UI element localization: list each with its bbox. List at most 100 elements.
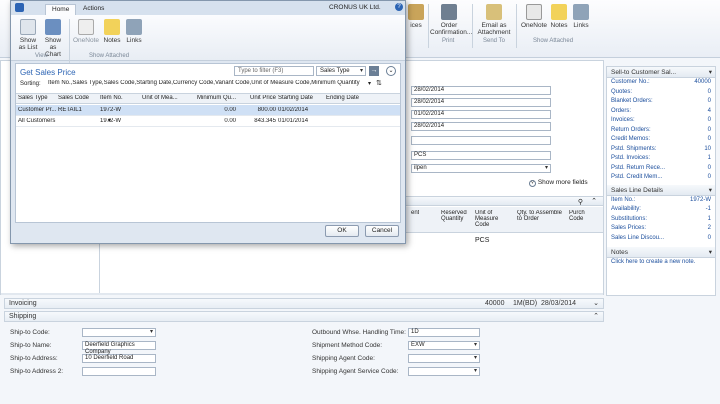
onenote-button[interactable]: OneNote	[520, 4, 548, 29]
factbox-row-value[interactable]: -1	[706, 206, 711, 212]
factbox-row-value[interactable]: 10	[704, 146, 711, 152]
shipping-field-input[interactable]	[82, 367, 156, 376]
chevron-down-icon[interactable]: ▾	[368, 80, 371, 87]
price-cell[interactable]: 01/02/2014	[278, 107, 324, 113]
grid-column-header[interactable]: Sales Type	[18, 95, 56, 101]
links-button[interactable]: Links	[125, 19, 143, 44]
shipping-field-input[interactable]: Deerfield Graphics Company	[82, 341, 156, 355]
search-icon[interactable]: ⚲	[578, 198, 583, 206]
price-cell[interactable]: 0.00	[188, 107, 236, 113]
apply-filter-icon[interactable]: →	[369, 66, 379, 76]
document-date-field[interactable]: 01/02/2014	[411, 110, 551, 119]
factbox-row-value[interactable]: 0	[708, 98, 711, 104]
factbox-row-value[interactable]: 0	[708, 89, 711, 95]
order-date-field[interactable]: 28/02/2014	[411, 86, 551, 95]
sort-ascending-icon[interactable]: ⇅	[376, 79, 382, 87]
price-cell[interactable]: 0.00	[188, 118, 236, 124]
invoicing-section-bar[interactable]: Invoicing 40000 1M(BD) 28/03/2014 ⌄	[4, 298, 604, 309]
price-cell[interactable]: 01/01/2014	[278, 118, 324, 124]
empty-field[interactable]	[411, 136, 551, 145]
notes-button[interactable]: Notes	[550, 4, 568, 29]
chevron-down-icon[interactable]: ▾	[108, 117, 111, 124]
grid-column-header[interactable]: Item No.	[100, 95, 140, 101]
links-button[interactable]: Links	[572, 4, 590, 29]
expand-section-icon[interactable]: ⌃	[591, 197, 597, 205]
shipping-field-input[interactable]: 1D	[408, 328, 480, 337]
factbox-row-value[interactable]: 40000	[694, 79, 711, 85]
factbox-row-value[interactable]: 2	[708, 225, 711, 231]
posting-date-field[interactable]: 28/02/2014	[411, 98, 551, 107]
tab-home[interactable]: Home	[45, 4, 77, 15]
factbox-row-value[interactable]: 0	[708, 165, 711, 171]
due-date-field[interactable]: 28/02/2014	[411, 122, 551, 131]
onenote-button[interactable]: OneNote	[73, 19, 99, 44]
collapse-section-icon[interactable]: ⌃	[593, 312, 599, 320]
factbox-row-value[interactable]: 0	[708, 136, 711, 142]
notes-button[interactable]: Notes	[103, 19, 121, 44]
price-cell[interactable]: 843.345	[238, 118, 276, 124]
shipment-field[interactable]: ilpen ▾	[411, 164, 551, 173]
filter-input[interactable]: Type to filter (F3)	[234, 66, 314, 76]
cancel-button[interactable]: Cancel	[365, 225, 399, 237]
factbox-row-value[interactable]: 1972-W	[690, 197, 711, 203]
shipping-field-input[interactable]: ▾	[408, 367, 480, 376]
sorting-select[interactable]: Item No.,Sales Type,Sales Code,Starting …	[48, 80, 366, 89]
price-cell[interactable]: RETAIL1	[58, 107, 98, 113]
expand-icon: ˅	[529, 180, 536, 187]
splitter[interactable]	[1, 293, 603, 295]
grid-column-header[interactable]: Unit of Mea...	[142, 95, 186, 101]
order-confirmation-button[interactable]: Order Confirmation...	[430, 4, 472, 36]
shipping-field-input[interactable]: EXW ▾	[408, 341, 480, 350]
onenote-icon	[526, 4, 542, 20]
ok-button[interactable]: OK	[325, 225, 359, 237]
grid-column-header[interactable]: Minimum Qu...	[188, 95, 236, 101]
field-value: 1D	[411, 329, 419, 335]
price-cell[interactable]: 800.00	[238, 107, 276, 113]
factbox-row: Pstd. Invoices: 1	[607, 154, 715, 164]
ribbon-invoices-button[interactable]: ices	[406, 4, 426, 29]
factbox-row-value[interactable]: 0	[708, 117, 711, 123]
email-as-attachment-button[interactable]: Email as Attachment	[476, 4, 512, 36]
factbox-row: Customer No.: 40000	[607, 78, 715, 88]
price-cell[interactable]: Customer Pr...	[18, 107, 56, 113]
grid-column-header[interactable]: Unit Price	[238, 95, 276, 101]
expand-filter-icon[interactable]: ⌄	[386, 66, 396, 76]
grid-column-header[interactable]: Ending Date	[326, 95, 370, 101]
filter-field-select[interactable]: Sales Type ▾	[316, 66, 366, 76]
shipping-section-bar[interactable]: Shipping ⌃	[4, 311, 604, 322]
price-cell[interactable]: 1972-W	[100, 107, 140, 113]
create-note-link[interactable]: Click here to create a new note.	[607, 258, 715, 268]
price-row[interactable]: All Customers 1972-W 0.00 843.345 01/01/2014…	[16, 116, 400, 127]
chevron-down-icon[interactable]: ▾	[709, 186, 712, 194]
factbox-row-value[interactable]: 0	[708, 174, 711, 180]
tab-actions[interactable]: Actions	[77, 4, 110, 13]
chevron-down-icon[interactable]: ▾	[709, 248, 712, 256]
factbox-row-value[interactable]: 4	[708, 108, 711, 114]
app-menu-icon[interactable]	[15, 3, 24, 12]
show-more-fields-link[interactable]: ˅ Show more fields	[529, 179, 588, 187]
price-cell[interactable]: 1972-W	[100, 118, 140, 124]
shipping-field-input[interactable]: ▾	[82, 328, 156, 337]
expand-section-icon[interactable]: ⌄	[593, 299, 599, 307]
ribbon-group-send-to: Send To	[483, 38, 505, 44]
factbox-row-value[interactable]: 0	[708, 127, 711, 133]
price-row[interactable]: Customer Pr... RETAIL1 1972-W 0.00 800.00 01/…	[16, 105, 400, 116]
help-icon[interactable]: ?	[395, 3, 403, 11]
factbox-row-label: Blanket Orders:	[611, 98, 653, 104]
chevron-down-icon[interactable]: ▾	[709, 68, 712, 76]
line-unit-cell[interactable]: PCS	[475, 237, 489, 244]
field-value: 28/02/2014	[414, 99, 445, 105]
show-as-list-button[interactable]: Show as List	[17, 19, 39, 51]
shipping-field-input[interactable]: ▾	[408, 354, 480, 363]
factbox-row-value[interactable]: 1	[708, 155, 711, 161]
factbox-row-label: Availability:	[611, 206, 641, 212]
grid-column-header[interactable]: Sales Code	[58, 95, 98, 101]
factbox-line-rows: Item No.: 1972-W Availability: -1 Substituti…	[607, 196, 715, 244]
dialog-ribbon: Show as List Show as Chart View OneNote …	[11, 15, 405, 63]
price-cell[interactable]: All Customers	[18, 118, 56, 124]
factbox-row-value[interactable]: 1	[708, 216, 711, 222]
factbox-row-value[interactable]: 0	[708, 235, 711, 241]
shipping-field-input[interactable]: 10 Deerfield Road	[82, 354, 156, 363]
grid-column-header[interactable]: Starting Date	[278, 95, 324, 101]
unit-field[interactable]: PCS	[411, 151, 551, 160]
